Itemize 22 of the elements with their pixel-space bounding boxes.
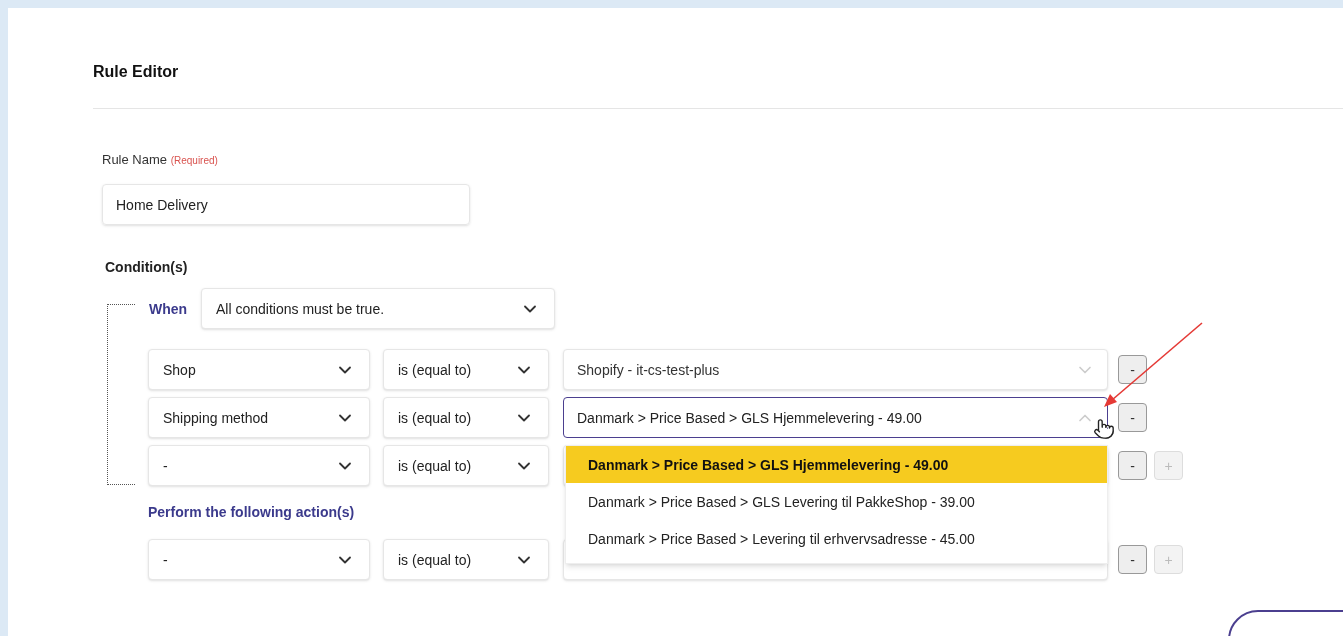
required-hint: (Required) [170,155,218,166]
operator-select[interactable]: is (equal to) [383,397,549,438]
remove-button[interactable]: - [1118,403,1147,432]
field-label: Rule Name [102,152,168,167]
field-select[interactable]: - [148,445,370,486]
page-title: Rule Editor [93,62,180,82]
section-heading: Condition(s) [105,258,189,276]
remove-button[interactable]: - [1118,451,1147,480]
when-label: When [148,299,189,319]
operator-select[interactable]: is (equal to) [383,539,549,580]
operator-select[interactable]: is (equal to) [383,445,549,486]
dropdown-option[interactable]: Danmark > Price Based > GLS Levering til PakkeShop - 39.00 [566,483,1107,520]
section-heading: Perform the following action(s) [148,503,355,522]
field-select[interactable]: - [148,539,370,580]
value-select[interactable]: Danmark > Price Based > GLS Hjemmelevering - 49.00 [563,397,1108,438]
match-select[interactable]: All conditions must be true. [201,288,555,329]
hand-cursor-icon [1093,418,1115,440]
field-select[interactable]: Shipping method [148,397,370,438]
remove-button[interactable]: - [1118,545,1147,574]
dropdown-option[interactable]: Danmark > Price Based > Levering til erhvervsadresse - 45.00 [566,520,1107,557]
rule-name-field[interactable]: Home Delivery [102,184,470,225]
dropdown-option[interactable]: Danmark > Price Based > GLS Hjemmelevering - 49.00 [566,446,1107,483]
